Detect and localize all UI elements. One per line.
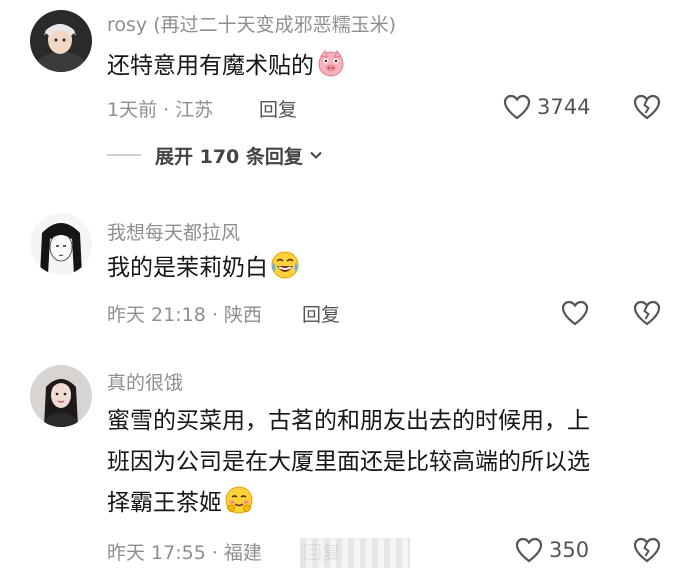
- author-note: (再过二十天变成邪恶糯玉米): [153, 14, 397, 36]
- comment-text-content: 还特意用有魔术贴的: [107, 53, 314, 79]
- comment-meta: 昨天 17:55 · 福建: [107, 538, 262, 565]
- reply-button[interactable]: 回复: [302, 300, 340, 327]
- chevron-down-icon: [310, 151, 322, 159]
- like-button[interactable]: 3744: [503, 92, 590, 122]
- expand-divider: [107, 154, 141, 156]
- watermark-mask: [300, 538, 410, 568]
- meta-separator: ·: [205, 304, 224, 326]
- meta-separator: ·: [157, 99, 176, 121]
- comment-meta: 1天前 · 江苏: [107, 95, 213, 122]
- comment-meta: 昨天 21:18 · 陕西: [107, 300, 262, 327]
- comment-text-line: 择霸王茶姬: [107, 490, 222, 516]
- broken-heart-icon[interactable]: [633, 94, 661, 120]
- broken-heart-icon[interactable]: [633, 300, 661, 326]
- comment-text-content: 我的是茉莉奶白: [107, 255, 268, 281]
- like-button[interactable]: [561, 298, 589, 328]
- heart-icon: [515, 537, 543, 563]
- comment-text-line: 班因为公司是在大厦里面还是比较高端的所以选: [107, 449, 590, 475]
- author-name[interactable]: rosy: [107, 14, 147, 36]
- comment-time: 昨天 21:18: [107, 304, 206, 326]
- avatar[interactable]: [30, 365, 92, 427]
- heart-icon: [503, 94, 531, 120]
- comment-location: 陕西: [223, 304, 262, 326]
- avatar[interactable]: [30, 10, 92, 72]
- laughing-tears-emoji: [271, 251, 299, 279]
- comment-time: 昨天 17:55: [107, 542, 206, 564]
- comment-text: 蜜雪的买菜用，古茗的和朋友出去的时候用，上 班因为公司是在大厦里面还是比较高端的…: [107, 401, 590, 524]
- broken-heart-icon[interactable]: [633, 537, 661, 563]
- shy-smile-emoji: [225, 486, 253, 514]
- comment-author[interactable]: 我想每天都拉风: [107, 218, 240, 245]
- meta-separator: ·: [205, 542, 224, 564]
- comment-author[interactable]: rosy (再过二十天变成邪恶糯玉米): [107, 10, 396, 37]
- like-count: 3744: [537, 95, 591, 119]
- avatar[interactable]: [30, 213, 92, 275]
- expand-replies-button[interactable]: 展开 170 条回复: [107, 140, 323, 170]
- like-count: 350: [549, 538, 590, 562]
- comment-time: 1天前: [107, 99, 158, 121]
- comment-text-line: 蜜雪的买菜用，古茗的和朋友出去的时候用，上: [107, 408, 590, 434]
- expand-replies-label: 展开 170 条回复: [155, 145, 303, 168]
- comment-text: 还特意用有魔术贴的: [107, 46, 346, 87]
- comment-text: 我的是茉莉奶白: [107, 248, 300, 289]
- like-button[interactable]: 350: [515, 535, 589, 565]
- pig-face-emoji: [318, 49, 344, 77]
- comment-author[interactable]: 真的很饿: [107, 368, 183, 395]
- reply-button[interactable]: 回复: [259, 95, 297, 122]
- heart-icon: [561, 300, 589, 326]
- comment-location: 福建: [223, 542, 262, 564]
- comment-location: 江苏: [175, 99, 214, 121]
